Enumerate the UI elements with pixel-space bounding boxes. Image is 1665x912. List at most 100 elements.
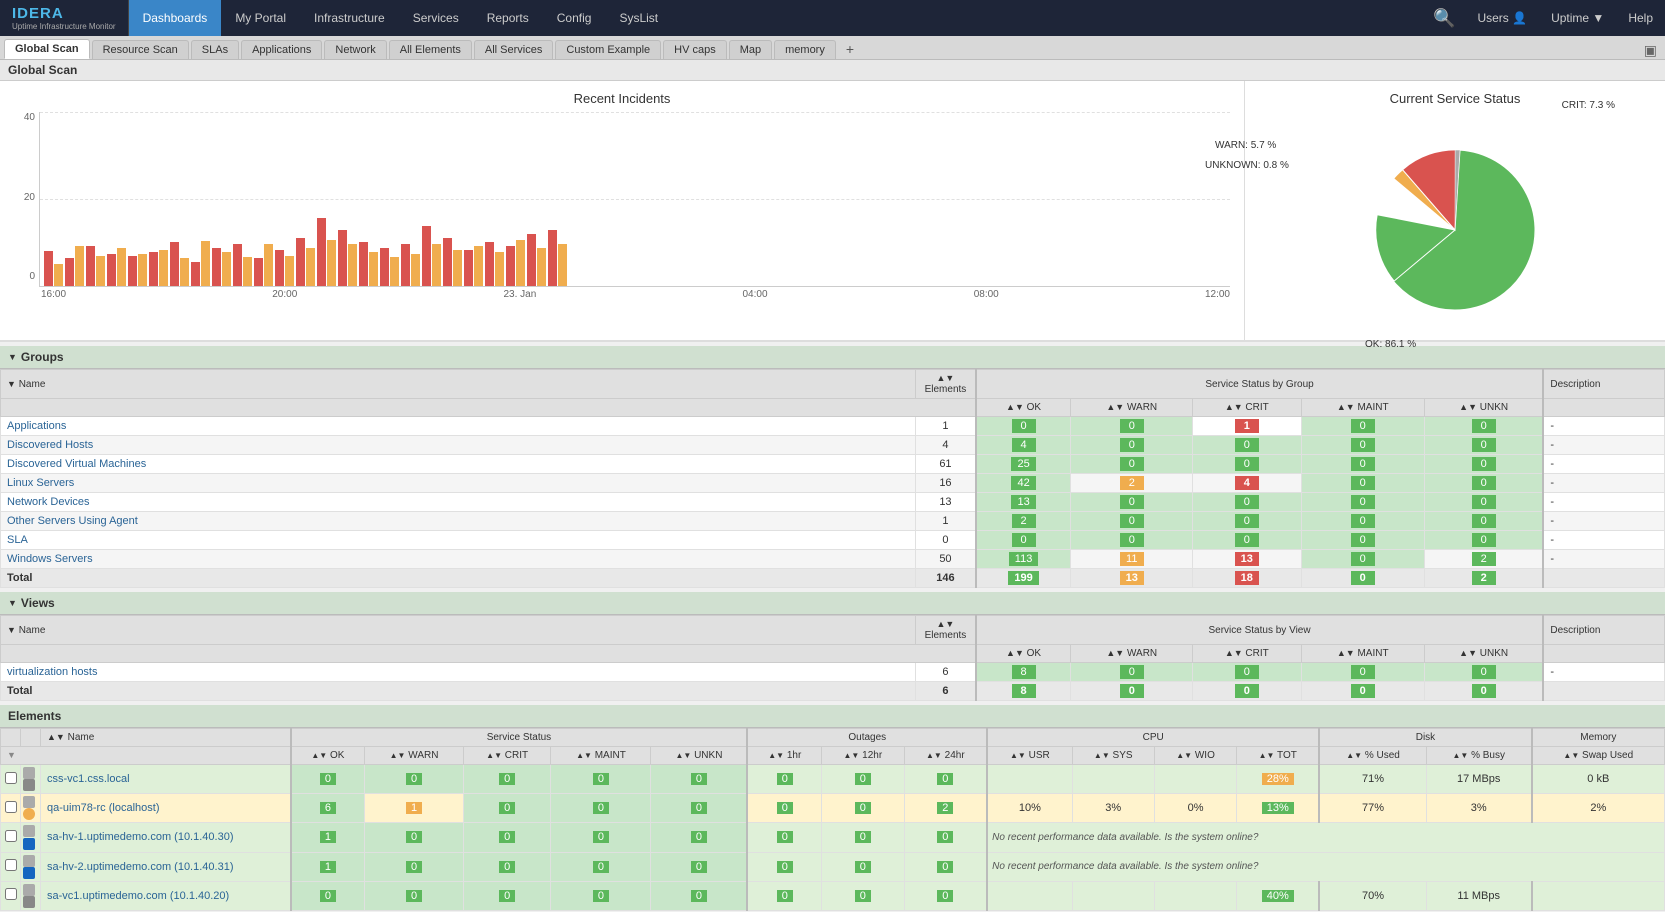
elements-row-css-vc1: css-vc1.css.local 0 0 0 0 0 0 0 0 28% 71… [1,765,1665,794]
service-status-chart: Current Service Status [1245,81,1665,340]
groups-unkn-sla: 0 [1424,531,1543,550]
groups-total-crit: 18 [1193,569,1302,588]
views-col-name[interactable]: ▼ Name [1,616,916,645]
elements-warn-sa-vc1: 0 [365,881,464,910]
groups-ok-windows: 113 [976,550,1071,569]
groups-row-other-servers: Other Servers Using Agent 1 2 0 0 0 0 - [1,512,1665,531]
elements-icons-sa-vc1 [21,881,41,910]
tab-applications[interactable]: Applications [241,40,322,59]
tab-add-button[interactable]: + [838,39,862,59]
nav-uptime[interactable]: Uptime ▼ [1539,11,1616,25]
elements-out1hr-sa-hv-2: 0 [747,852,821,881]
groups-col-service-status: Service Status by Group [976,370,1544,399]
elements-col-disk: Disk [1319,729,1531,747]
elements-ok-sa-vc1: 0 [291,881,365,910]
nav-help[interactable]: Help [1616,11,1665,25]
elements-link-sa-hv-2[interactable]: sa-hv-2.uptimedemo.com (10.1.40.31) [47,861,233,873]
groups-col-crit[interactable]: ▲▼ CRIT [1193,399,1302,417]
tab-map[interactable]: Map [729,40,772,59]
elements-link-sa-hv-1[interactable]: sa-hv-1.uptimedemo.com (10.1.40.30) [47,831,233,843]
elements-row-qa-uim: qa-uim78-rc (localhost) 6 1 0 0 0 0 0 2 … [1,794,1665,823]
elements-sub-sys: ▲▼ SYS [1072,747,1154,765]
groups-desc-network: - [1543,493,1664,512]
search-icon[interactable]: 🔍 [1423,8,1465,29]
bar-yellow [138,254,147,286]
groups-link-network[interactable]: Network Devices [7,496,90,508]
elements-name-sa-hv-1: sa-hv-1.uptimedemo.com (10.1.40.30) [41,823,291,852]
groups-link-other-servers[interactable]: Other Servers Using Agent [7,515,138,527]
tab-memory[interactable]: memory [774,40,836,59]
elements-sub-1hr: ▲▼ 1hr [747,747,821,765]
nav-syslist[interactable]: SysList [605,0,672,36]
tab-slas[interactable]: SLAs [191,40,239,59]
bar-red [107,254,116,286]
groups-col-name[interactable]: ▼ Name [1,370,916,399]
nav-reports[interactable]: Reports [473,0,543,36]
groups-row-total: Total 146 199 13 18 0 2 [1,569,1665,588]
tab-all-services[interactable]: All Services [474,40,553,59]
bar-red [485,242,494,286]
elements-col-svc-status: Service Status [291,729,748,747]
groups-col-unkn[interactable]: ▲▼ UNKN [1424,399,1543,417]
views-col-elements[interactable]: ▲▼ Elements [916,616,976,645]
nav-dashboards[interactable]: Dashboards [129,0,222,36]
tab-resource-scan[interactable]: Resource Scan [92,40,189,59]
views-col-warn[interactable]: ▲▼ WARN [1071,645,1193,663]
nav-infrastructure[interactable]: Infrastructure [300,0,399,36]
elements-checkbox-css-vc1[interactable] [1,765,21,794]
bar-red [149,252,158,286]
groups-col-elements[interactable]: ▲▼ Elements [916,370,976,399]
bar-group-19 [422,226,441,286]
tab-custom-example[interactable]: Custom Example [555,40,661,59]
groups-total-elements: 146 [916,569,976,588]
tab-settings-icon[interactable]: ▣ [1640,42,1661,59]
bar-group-14 [317,218,336,286]
elements-link-qa-uim[interactable]: qa-uim78-rc (localhost) [47,802,159,814]
elements-tot-qa-uim: 13% [1237,794,1320,823]
elements-link-css-vc1[interactable]: css-vc1.css.local [47,773,130,785]
tab-network[interactable]: Network [324,40,386,59]
views-total-unkn: 0 [1424,682,1543,701]
elements-checkbox-sa-hv-2[interactable] [1,852,21,881]
elements-maint-sa-hv-2: 0 [551,852,651,881]
nav-config[interactable]: Config [543,0,606,36]
groups-link-linux[interactable]: Linux Servers [7,477,74,489]
groups-col-ok[interactable]: ▲▼ OK [976,399,1071,417]
elements-swap-sa-vc1 [1532,881,1665,910]
elements-out24hr-qa-uim: 2 [904,794,987,823]
groups-link-windows[interactable]: Windows Servers [7,553,93,565]
bar-group-1 [44,251,63,286]
views-col-unkn[interactable]: ▲▼ UNKN [1424,645,1543,663]
views-link-virt-hosts[interactable]: virtualization hosts [7,666,98,678]
bar-red [233,244,242,286]
elements-checkbox-sa-vc1[interactable] [1,881,21,910]
elements-col-name[interactable]: ▲▼ Name [41,729,291,747]
tab-hv-caps[interactable]: HV caps [663,40,727,59]
elements-out1hr-sa-hv-1: 0 [747,823,821,852]
bar-group-15 [338,230,357,286]
nav-my-portal[interactable]: My Portal [221,0,300,36]
views-col-maint[interactable]: ▲▼ MAINT [1301,645,1424,663]
nav-users[interactable]: Users 👤 [1465,11,1539,25]
views-ok-virt-hosts: 8 [976,663,1071,682]
views-col-ok[interactable]: ▲▼ OK [976,645,1071,663]
bar-red [44,251,53,286]
elements-link-sa-vc1[interactable]: sa-vc1.uptimedemo.com (10.1.40.20) [47,890,229,902]
elements-checkbox-sa-hv-1[interactable] [1,823,21,852]
groups-row-disc-vms: Discovered Virtual Machines 61 25 0 0 0 … [1,455,1665,474]
groups-link-discovered-hosts[interactable]: Discovered Hosts [7,439,93,451]
elements-section: Elements ▲▼ Name Service Status Outages … [0,705,1665,911]
groups-col-maint[interactable]: ▲▼ MAINT [1301,399,1424,417]
groups-link-disc-vms[interactable]: Discovered Virtual Machines [7,458,146,470]
tab-global-scan[interactable]: Global Scan [4,39,90,59]
groups-link-sla[interactable]: SLA [7,534,28,546]
bar-yellow [369,252,378,286]
elements-checkbox-qa-uim[interactable] [1,794,21,823]
groups-link-applications[interactable]: Applications [7,420,66,432]
bar-group-4 [107,248,126,286]
tab-all-elements[interactable]: All Elements [389,40,472,59]
bar-red [401,244,410,286]
nav-services[interactable]: Services [399,0,473,36]
views-col-crit[interactable]: ▲▼ CRIT [1193,645,1302,663]
groups-col-warn[interactable]: ▲▼ WARN [1071,399,1193,417]
